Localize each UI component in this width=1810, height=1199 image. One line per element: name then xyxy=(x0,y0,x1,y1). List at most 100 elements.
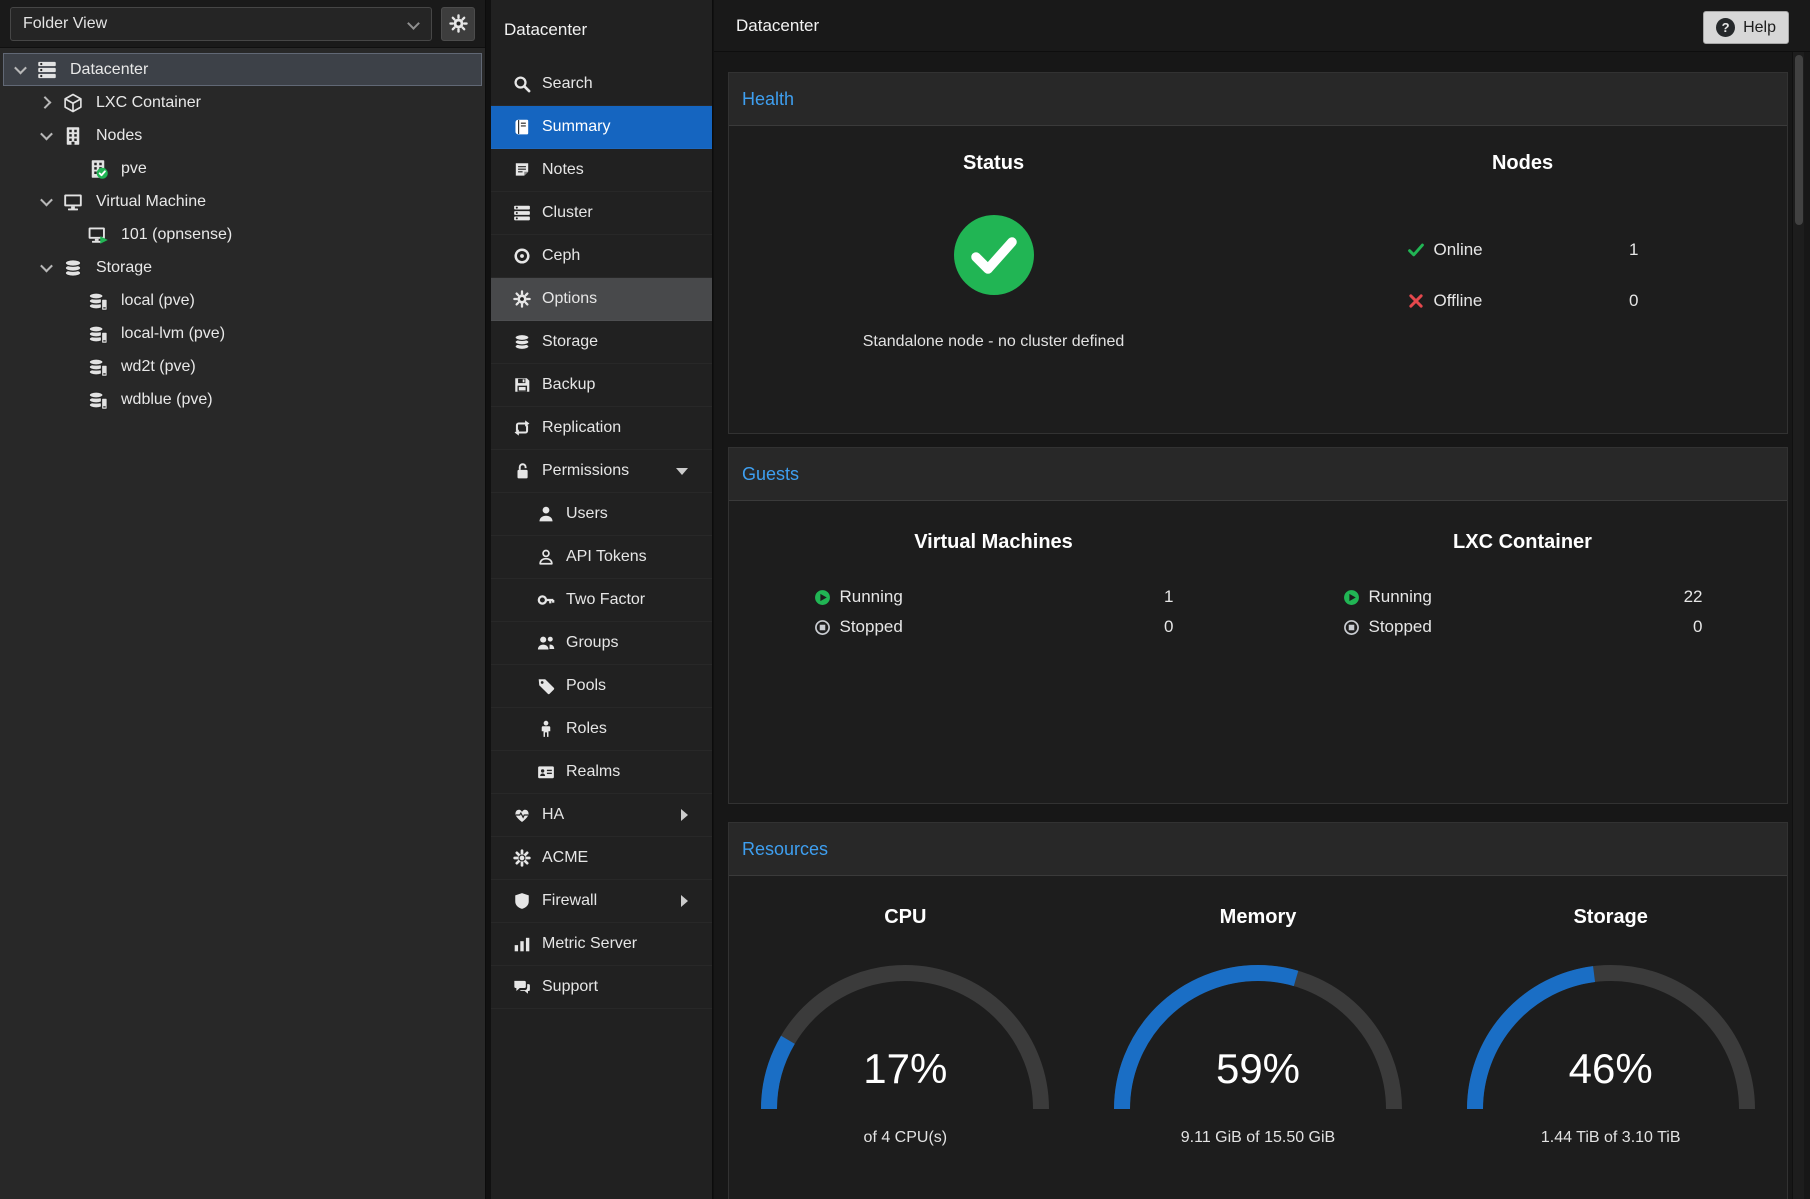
lxc-column: LXC Container Running 22 xyxy=(1258,501,1787,642)
unlock-icon xyxy=(513,462,531,480)
nav-item-notes[interactable]: Notes xyxy=(491,149,712,192)
lxc-stopped-count: 0 xyxy=(1693,617,1702,637)
person-icon xyxy=(537,720,555,738)
nav-item-metric-server[interactable]: Metric Server xyxy=(491,923,712,966)
vm-running-row: Running 1 xyxy=(814,582,1174,612)
folder-view-value: Folder View xyxy=(23,15,107,33)
proxmox-app: Folder View Datacenter LXC Container N xyxy=(0,0,1810,1199)
question-circle-icon: ? xyxy=(1716,18,1735,37)
building-icon xyxy=(63,126,83,146)
nav-item-ha[interactable]: HA xyxy=(491,794,712,837)
search-icon xyxy=(513,75,531,93)
tree-item-local-lvm-pve[interactable]: local-lvm (pve) xyxy=(3,317,482,350)
nav-item-roles[interactable]: Roles xyxy=(491,708,712,751)
folder-view-select[interactable]: Folder View xyxy=(10,7,432,41)
status-column: Status Standalone node - no cluster defi… xyxy=(729,126,1258,351)
tree-item-lxc-container[interactable]: LXC Container xyxy=(3,86,482,119)
vm-rows: Running 1 Stopped 0 xyxy=(814,582,1174,642)
database-drive-icon xyxy=(88,291,108,311)
storage-title: Storage xyxy=(1434,906,1787,929)
nav-item-groups[interactable]: Groups xyxy=(491,622,712,665)
nav-title: Datacenter xyxy=(491,0,712,63)
tree-item-101-opnsense[interactable]: 101 (opnsense) xyxy=(3,218,482,251)
nav-item-api-tokens[interactable]: API Tokens xyxy=(491,536,712,579)
chevron-down-icon[interactable] xyxy=(40,260,53,273)
stop-circle-icon xyxy=(814,619,831,636)
nav-item-cluster[interactable]: Cluster xyxy=(491,192,712,235)
lxc-running-row: Running 22 xyxy=(1343,582,1703,612)
tree-toolbar: Folder View xyxy=(0,0,485,48)
chevron-down-icon[interactable] xyxy=(14,62,27,75)
nodes-title: Nodes xyxy=(1258,152,1787,175)
resource-tree: Datacenter LXC Container Nodes pve Virtu… xyxy=(0,48,485,416)
database-icon xyxy=(513,333,531,351)
monitor-icon xyxy=(63,192,83,212)
page-title: Datacenter xyxy=(714,0,819,52)
nav-item-permissions[interactable]: Permissions xyxy=(491,450,712,493)
guests-body: Virtual Machines Running 1 xyxy=(729,501,1787,642)
tree-item-local-pve[interactable]: local (pve) xyxy=(3,284,482,317)
help-button[interactable]: ? Help xyxy=(1703,11,1789,44)
memory-sub-label: 9.11 GiB of 15.50 GiB xyxy=(1082,1129,1435,1147)
nav-item-acme[interactable]: ACME xyxy=(491,837,712,880)
chevron-right-icon[interactable] xyxy=(39,96,52,109)
vertical-scrollbar[interactable] xyxy=(1792,52,1804,1199)
guests-panel-title: Guests xyxy=(729,448,1787,501)
play-circle-icon xyxy=(1343,589,1360,606)
nav-item-ceph[interactable]: Ceph xyxy=(491,235,712,278)
chevron-down-icon[interactable] xyxy=(40,194,53,207)
tree-item-datacenter[interactable]: Datacenter xyxy=(3,53,482,86)
online-count: 1 xyxy=(1629,240,1638,260)
vm-stopped-row: Stopped 0 xyxy=(814,612,1174,642)
main-header: Datacenter ? Help xyxy=(714,0,1810,52)
health-panel-title: Health xyxy=(729,73,1787,126)
bar-ch art-icon xyxy=(513,935,531,953)
check-circle-icon xyxy=(952,213,1036,297)
tree-item-wdblue-pve[interactable]: wdblue (pve) xyxy=(3,383,482,416)
chevron-down-icon[interactable] xyxy=(40,128,53,141)
nav-item-backup[interactable]: Backup xyxy=(491,364,712,407)
nav-item-firewall[interactable]: Firewall xyxy=(491,880,712,923)
tree-item-wd2t-pve[interactable]: wd2t (pve) xyxy=(3,350,482,383)
server-icon xyxy=(37,60,57,80)
cube-icon xyxy=(63,93,83,113)
status-title: Status xyxy=(729,152,1258,175)
vm-stopped-count: 0 xyxy=(1164,617,1173,637)
nodes-column: Nodes Online 1 xyxy=(1258,126,1787,351)
gear-icon xyxy=(513,290,531,308)
resources-panel-title: Resources xyxy=(729,823,1787,876)
storage-gauge: 46% xyxy=(1461,959,1761,1119)
storage-column: Storage 46% 1.44 TiB of 3.10 TiB xyxy=(1434,876,1787,1147)
storage-sub-label: 1.44 TiB of 3.10 TiB xyxy=(1434,1129,1787,1147)
play-circle-icon xyxy=(814,589,831,606)
id-card-icon xyxy=(537,763,555,781)
nodes-rows: Online 1 Offline 0 xyxy=(1407,233,1639,318)
tree-item-pve[interactable]: pve xyxy=(3,152,482,185)
nav-item-options[interactable]: Options xyxy=(491,278,712,321)
nav-menu: Search Summary Notes Cluster Ceph Option… xyxy=(491,63,712,1009)
nav-item-replication[interactable]: Replication xyxy=(491,407,712,450)
nav-item-summary[interactable]: Summary xyxy=(491,106,712,149)
nav-item-users[interactable]: Users xyxy=(491,493,712,536)
tree-item-nodes[interactable]: Nodes xyxy=(3,119,482,152)
heartbeat-icon xyxy=(513,806,531,824)
cross-icon xyxy=(1407,292,1425,310)
nav-item-two-factor[interactable]: Two Factor xyxy=(491,579,712,622)
tree-item-storage[interactable]: Storage xyxy=(3,251,482,284)
nav-item-realms[interactable]: Realms xyxy=(491,751,712,794)
main-area: Datacenter ? Help Health Status Stand xyxy=(714,0,1810,1199)
nav-item-storage[interactable]: Storage xyxy=(491,321,712,364)
memory-gauge: 59% xyxy=(1108,959,1408,1119)
stop-circle-icon xyxy=(1343,619,1360,636)
tree-item-virtual-machine[interactable]: Virtual Machine xyxy=(3,185,482,218)
virtual-machines-column: Virtual Machines Running 1 xyxy=(729,501,1258,642)
scrollbar-thumb[interactable] xyxy=(1795,55,1803,225)
datacenter-nav-panel: Datacenter Search Summary Notes Cluster … xyxy=(491,0,713,1199)
nav-item-search[interactable]: Search xyxy=(491,63,712,106)
cpu-column: CPU 17% of 4 CPU(s) xyxy=(729,876,1082,1147)
tree-settings-button[interactable] xyxy=(441,7,475,41)
nav-item-pools[interactable]: Pools xyxy=(491,665,712,708)
nav-item-support[interactable]: Support xyxy=(491,966,712,1009)
shield-icon xyxy=(513,892,531,910)
building-check-icon xyxy=(88,159,108,179)
